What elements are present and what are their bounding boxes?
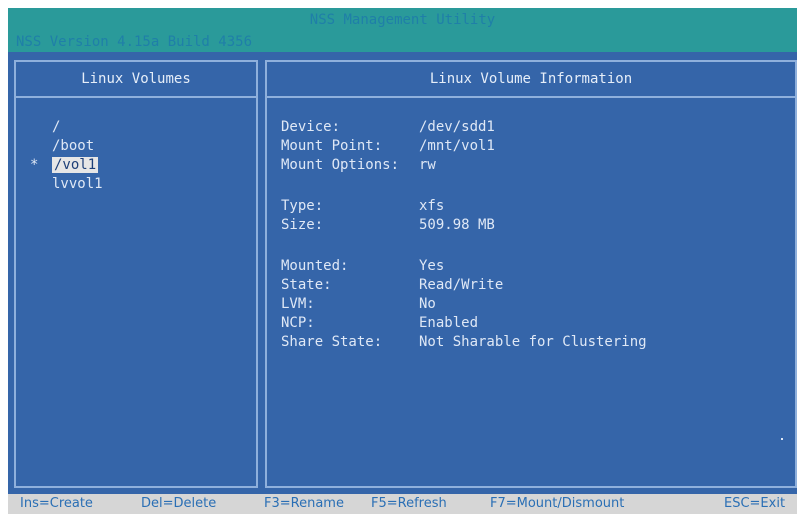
- state-value: Read/Write: [419, 277, 504, 293]
- volume-marker: *: [30, 157, 39, 173]
- function-key-bar: Ins=Create Del=Delete F3=Rename F5=Refre…: [8, 494, 797, 514]
- create-key[interactable]: Ins=Create: [20, 496, 93, 511]
- device-row: Device: /dev/sdd1: [281, 118, 647, 137]
- volume-item-lvvol1[interactable]: lvvol1: [30, 175, 103, 194]
- linux-volumes-panel: Linux Volumes / /boot * /vol1 lvvol1: [14, 60, 258, 488]
- mount-dismount-key[interactable]: F7=Mount/Dismount: [490, 496, 624, 511]
- size-value: 509.98 MB: [419, 217, 495, 233]
- volume-name: /vol1: [52, 157, 99, 173]
- state-label: State:: [281, 277, 332, 293]
- ncp-label: NCP:: [281, 315, 315, 331]
- mount-options-value: rw: [419, 157, 436, 173]
- volume-information-panel: Linux Volume Information Device: /dev/sdd…: [265, 60, 797, 488]
- main-area: Linux Volumes / /boot * /vol1 lvvol1 Linu…: [8, 52, 797, 494]
- volume-information-title: Linux Volume Information: [267, 62, 795, 98]
- mount-point-value: /mnt/vol1: [419, 138, 495, 154]
- share-state-value: Not Sharable for Clustering: [419, 334, 647, 350]
- mount-point-label: Mount Point:: [281, 138, 383, 154]
- volume-name: /boot: [52, 138, 95, 154]
- mount-point-row: Mount Point: /mnt/vol1: [281, 137, 647, 156]
- share-state-label: Share State:: [281, 334, 383, 350]
- volume-name: lvvol1: [52, 176, 103, 192]
- ncp-row: NCP: Enabled: [281, 314, 647, 333]
- app-title: NSS Management Utility: [309, 12, 496, 28]
- delete-key[interactable]: Del=Delete: [141, 496, 216, 511]
- volume-item-root[interactable]: /: [30, 118, 103, 137]
- mounted-label: Mounted:: [281, 258, 349, 274]
- exit-key[interactable]: ESC=Exit: [724, 496, 785, 511]
- volume-details: Device: /dev/sdd1 Mount Point: /mnt/vol1 M…: [281, 118, 647, 352]
- mounted-value: Yes: [419, 258, 445, 274]
- size-row: Size: 509.98 MB: [281, 216, 647, 235]
- refresh-key[interactable]: F5=Refresh: [371, 496, 447, 511]
- lvm-row: LVM: No: [281, 295, 647, 314]
- cursor-dot: [781, 438, 783, 440]
- type-label: Type:: [281, 198, 324, 214]
- type-value: xfs: [419, 198, 445, 214]
- mount-options-row: Mount Options: rw: [281, 156, 647, 175]
- rename-key[interactable]: F3=Rename: [264, 496, 344, 511]
- mounted-row: Mounted: Yes: [281, 257, 647, 276]
- device-label: Device:: [281, 119, 341, 135]
- volume-item-vol1[interactable]: * /vol1: [30, 156, 103, 175]
- version-label: NSS Version 4.15a Build 4356: [16, 34, 253, 50]
- lvm-label: LVM:: [281, 296, 315, 312]
- volume-item-boot[interactable]: /boot: [30, 137, 103, 156]
- type-row: Type: xfs: [281, 197, 647, 216]
- title-bar: NSS Management Utility NSS Version 4.15a…: [8, 8, 797, 52]
- linux-volumes-title: Linux Volumes: [16, 62, 256, 98]
- lvm-value: No: [419, 296, 436, 312]
- mount-options-label: Mount Options:: [281, 157, 400, 173]
- device-value: /dev/sdd1: [419, 119, 495, 135]
- share-state-row: Share State: Not Sharable for Clustering: [281, 333, 647, 352]
- size-label: Size:: [281, 217, 324, 233]
- state-row: State: Read/Write: [281, 276, 647, 295]
- ncp-value: Enabled: [419, 315, 479, 331]
- volume-list: / /boot * /vol1 lvvol1: [30, 118, 103, 194]
- volume-name: /: [52, 119, 61, 135]
